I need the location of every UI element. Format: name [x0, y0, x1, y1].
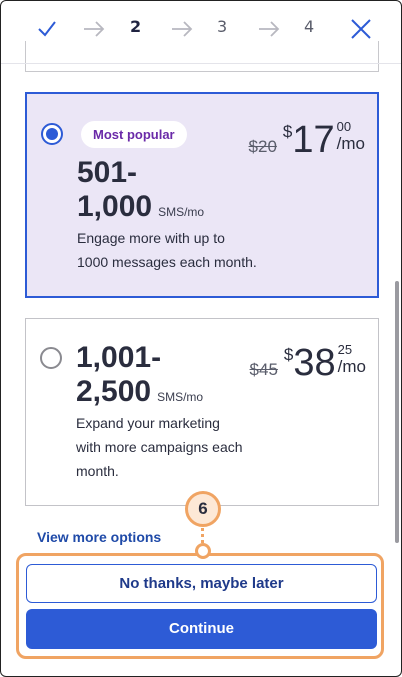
check-icon — [38, 21, 56, 37]
price-cents: 25 — [337, 342, 353, 357]
price-period: /mo — [336, 134, 365, 153]
old-price: $20 — [248, 137, 277, 156]
plan-card-501-1000[interactable]: Most popular 501- 1,000 SMS/mo Engage mor… — [25, 92, 379, 298]
callout-number-badge: 6 — [185, 491, 221, 527]
currency-sign: $ — [283, 345, 294, 364]
plan-unit: SMS/mo — [157, 390, 204, 404]
no-thanks-button[interactable]: No thanks, maybe later — [26, 564, 377, 603]
old-price: $45 — [249, 360, 278, 379]
arrow-right-icon — [172, 21, 193, 37]
previous-plan-card[interactable] — [25, 41, 379, 72]
scrollbar[interactable] — [395, 281, 399, 543]
callout-dot — [195, 543, 211, 559]
plan-tier-line1: 1,001- — [76, 341, 162, 374]
arrow-right-icon — [84, 21, 105, 37]
most-popular-badge: Most popular — [81, 121, 187, 148]
step-3: 3 — [217, 17, 228, 36]
step-4: 4 — [304, 17, 315, 36]
price-period: /mo — [337, 357, 366, 376]
plan-radio[interactable] — [41, 123, 63, 145]
plan-tier-value: 2,500 — [76, 375, 152, 408]
close-icon[interactable] — [350, 18, 372, 40]
price-side: 00 /mo — [337, 120, 365, 154]
continue-button[interactable]: Continue — [26, 609, 377, 649]
plan-description-line: Engage more with up to — [77, 230, 225, 246]
plan-description-line: 1000 messages each month. — [77, 254, 257, 270]
currency-sign: $ — [282, 122, 293, 141]
plan-tier-line2: 1,000 SMS/mo — [77, 190, 204, 229]
plan-card-1001-2500[interactable]: 1,001- 2,500 SMS/mo Expand your marketing… — [25, 318, 379, 506]
plan-tier-line2: 2,500 SMS/mo — [76, 375, 203, 414]
header-divider — [1, 63, 401, 64]
view-more-options-link[interactable]: View more options — [37, 529, 161, 545]
plan-radio[interactable] — [40, 347, 62, 369]
price-cents: 00 — [336, 119, 352, 134]
price-integer: 17 — [292, 119, 335, 161]
plan-price: $45 $ 38 25 /mo — [249, 342, 366, 384]
price-integer: 38 — [293, 342, 336, 384]
plan-description: Expand your marketing with more campaign… — [76, 411, 243, 483]
arrow-right-icon — [259, 21, 280, 37]
plan-description: Engage more with up to 1000 messages eac… — [77, 226, 257, 274]
price-side: 25 /mo — [338, 343, 366, 377]
plan-tier-line1: 501- — [77, 156, 138, 189]
plan-description-line: with more campaigns each — [76, 439, 243, 455]
plan-tier-value: 1,000 — [77, 190, 153, 223]
step-2: 2 — [130, 17, 142, 36]
plan-description-line: month. — [76, 463, 119, 479]
plan-description-line: Expand your marketing — [76, 415, 220, 431]
plan-unit: SMS/mo — [158, 205, 205, 219]
plan-price: $20 $ 17 00 /mo — [248, 119, 365, 161]
app-frame: 2 3 4 Most popular 501- 1,000 SMS/mo Enga… — [0, 0, 402, 677]
